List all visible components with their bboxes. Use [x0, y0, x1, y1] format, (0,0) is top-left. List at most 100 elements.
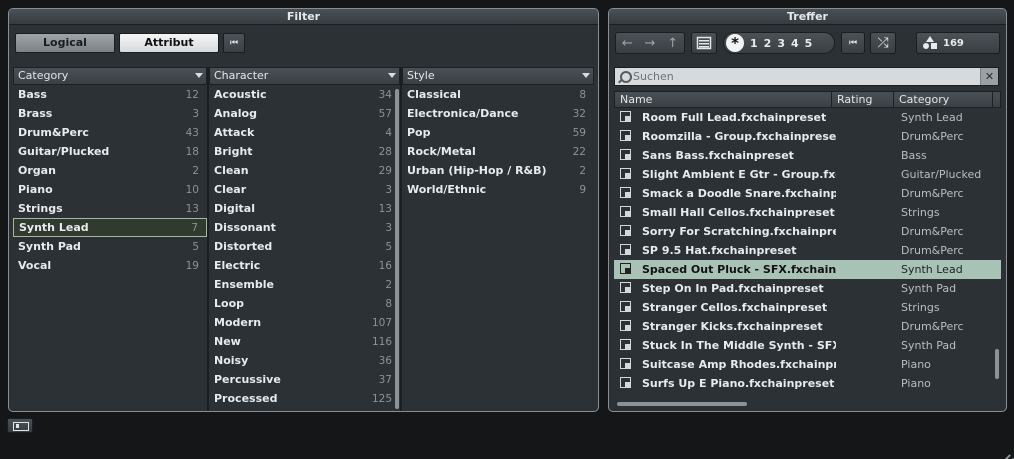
filter-item[interactable]: Organ 2 — [13, 161, 207, 180]
filter-item-count: 18 — [185, 145, 199, 158]
table-row[interactable]: Sorry For Scratching.fxchainpreset Drum&P… — [614, 222, 1001, 241]
rating-level-2[interactable]: 2 — [764, 37, 772, 50]
filter-item[interactable]: Electric 16 — [209, 256, 400, 275]
row-name: Small Hall Cellos.fxchainpreset — [642, 206, 835, 219]
filter-item-label: Classical — [407, 88, 461, 101]
filter-item-label: Analog — [214, 107, 257, 120]
filter-item[interactable]: Urban (Hip-Hop / R&B) 2 — [402, 161, 594, 180]
clear-search-icon[interactable]: ✕ — [980, 68, 998, 85]
filter-item[interactable]: Electronica/Dance 32 — [402, 104, 594, 123]
shuffle-button[interactable]: ⤮ — [870, 32, 896, 54]
filter-item-count: 3 — [385, 183, 392, 196]
filter-item[interactable]: Pop 59 — [402, 123, 594, 142]
results-vertical-scrollbar[interactable] — [995, 349, 999, 379]
filter-item[interactable]: Vocal 19 — [13, 256, 207, 275]
rating-any-star-icon[interactable]: * — [726, 34, 744, 52]
filter-item[interactable]: Percussive 37 — [209, 370, 400, 389]
filter-item[interactable]: Synth Lead 7 — [13, 218, 207, 237]
category-column: Category Bass 12 Brass 3 Drum&Perc 43 Guitar/P… — [13, 67, 207, 411]
filter-item[interactable]: Loop 8 — [209, 294, 400, 313]
table-row[interactable]: Room Full Lead.fxchainpreset Synth Lead — [614, 108, 1001, 127]
table-row[interactable]: Smack a Doodle Snare.fxchainpreset Drum&P… — [614, 184, 1001, 203]
filter-item[interactable]: Modern 107 — [209, 313, 400, 332]
filter-item-label: Synth Lead — [19, 221, 89, 234]
filter-item[interactable]: Piano 10 — [13, 180, 207, 199]
table-row[interactable]: Surfs Up E Piano.fxchainpreset Piano — [614, 374, 1001, 393]
search-icon — [615, 68, 633, 86]
filter-item[interactable]: Rock/Metal 22 — [402, 142, 594, 161]
results-horizontal-scrollbar[interactable] — [617, 402, 747, 406]
table-row[interactable]: Roomzilla - Group.fxchainpreset Drum&Perc — [614, 127, 1001, 146]
rating-level-5[interactable]: 5 — [805, 37, 813, 50]
filter-item[interactable]: Bright 28 — [209, 142, 400, 161]
filter-item[interactable]: Strings 13 — [13, 199, 207, 218]
column-header-name[interactable]: Name — [615, 92, 832, 107]
table-row[interactable]: Stuck In The Middle Synth - SFX.fxch Synt… — [614, 336, 1001, 355]
character-scrollbar[interactable] — [395, 89, 399, 409]
reset-results-button[interactable]: ⏮ — [841, 32, 865, 54]
filter-item[interactable]: Classical 8 — [402, 85, 594, 104]
search-input[interactable] — [633, 68, 980, 85]
filter-item[interactable]: Acoustic 34 — [209, 85, 400, 104]
filter-item[interactable]: Bass 12 — [13, 85, 207, 104]
filter-item[interactable]: Digital 13 — [209, 199, 400, 218]
chevron-down-icon[interactable] — [582, 73, 590, 78]
table-row[interactable]: Sans Bass.fxchainpreset Bass — [614, 146, 1001, 165]
attribut-mode-button[interactable]: Attribut — [119, 33, 219, 53]
filter-item[interactable]: Synth Pad 5 — [13, 237, 207, 256]
filter-item-count: 8 — [385, 297, 392, 310]
category-list: Bass 12 Brass 3 Drum&Perc 43 Guitar/Plucked 18 O… — [13, 85, 207, 275]
folder-view-button[interactable] — [691, 32, 717, 54]
rating-level-1[interactable]: 1 — [750, 37, 758, 50]
results-toolbar: ← → ↑ * 1 2 3 4 5 ⏮ ⤮ 169 — [615, 32, 1000, 54]
back-arrow-icon[interactable]: ← — [622, 36, 633, 51]
up-arrow-icon[interactable]: ↑ — [667, 36, 678, 51]
forward-arrow-icon[interactable]: → — [645, 36, 656, 51]
filter-item[interactable]: New 116 — [209, 332, 400, 351]
filter-item[interactable]: Drum&Perc 43 — [13, 123, 207, 142]
rating-level-4[interactable]: 4 — [791, 37, 799, 50]
style-column-header[interactable]: Style — [402, 67, 594, 85]
filter-item[interactable]: Clear 3 — [209, 180, 400, 199]
table-row[interactable]: Small Hall Cellos.fxchainpreset Strings — [614, 203, 1001, 222]
table-row[interactable]: Step On In Pad.fxchainpreset Synth Pad — [614, 279, 1001, 298]
table-row[interactable]: Stranger Kicks.fxchainpreset Drum&Perc — [614, 317, 1001, 336]
filter-item-label: Digital — [214, 202, 255, 215]
resize-grip-icon[interactable] — [996, 441, 1014, 459]
layout-toggle-button[interactable] — [7, 418, 33, 433]
filter-item[interactable]: Dissonant 3 — [209, 218, 400, 237]
logical-mode-button[interactable]: Logical — [15, 33, 115, 53]
table-row[interactable]: Spaced Out Pluck - SFX.fxchainprese Synth… — [614, 260, 1001, 279]
filter-item[interactable]: Attack 4 — [209, 123, 400, 142]
filter-item[interactable]: Noisy 36 — [209, 351, 400, 370]
filter-item[interactable]: Processed 125 — [209, 389, 400, 408]
filter-item[interactable]: Analog 57 — [209, 104, 400, 123]
filter-item[interactable]: Clean 29 — [209, 161, 400, 180]
filter-item[interactable]: Ensemble 2 — [209, 275, 400, 294]
filter-item-count: 10 — [185, 183, 199, 196]
filter-item[interactable]: Distorted 5 — [209, 237, 400, 256]
chevron-down-icon[interactable] — [195, 73, 203, 78]
table-row[interactable]: Stranger Cellos.fxchainpreset Strings — [614, 298, 1001, 317]
column-header-rating[interactable]: Rating — [832, 92, 894, 107]
rating-level-3[interactable]: 3 — [777, 37, 785, 50]
chevron-down-icon[interactable] — [388, 73, 396, 78]
preset-file-icon — [618, 203, 640, 222]
results-panel: Treffer ← → ↑ * 1 2 3 4 5 ⏮ ⤮ 169 Suchen… — [608, 8, 1007, 412]
filter-item[interactable]: Guitar/Plucked 18 — [13, 142, 207, 161]
filter-item-count: 4 — [385, 126, 392, 139]
filter-item[interactable]: Brass 3 — [13, 104, 207, 123]
column-header-category[interactable]: Category — [894, 92, 993, 107]
category-column-header[interactable]: Category — [13, 67, 207, 85]
filter-item-count: 57 — [378, 107, 392, 120]
filter-item-label: Attack — [214, 126, 255, 139]
table-row[interactable]: Suitcase Amp Rhodes.fxchainpreset Piano — [614, 355, 1001, 374]
column-header-extra[interactable] — [993, 92, 1000, 107]
character-list: Acoustic 34 Analog 57 Attack 4 Bright 28 Clean 29… — [209, 85, 400, 408]
reset-filter-button[interactable]: ⏮ — [223, 33, 245, 53]
table-row[interactable]: SP 9.5 Hat.fxchainpreset Drum&Perc — [614, 241, 1001, 260]
table-row[interactable]: Slight Ambient E Gtr - Group.fxchain Guit… — [614, 165, 1001, 184]
character-column-header[interactable]: Character — [209, 67, 400, 85]
filter-item[interactable]: World/Ethnic 9 — [402, 180, 594, 199]
filter-item-label: Processed — [214, 392, 278, 405]
